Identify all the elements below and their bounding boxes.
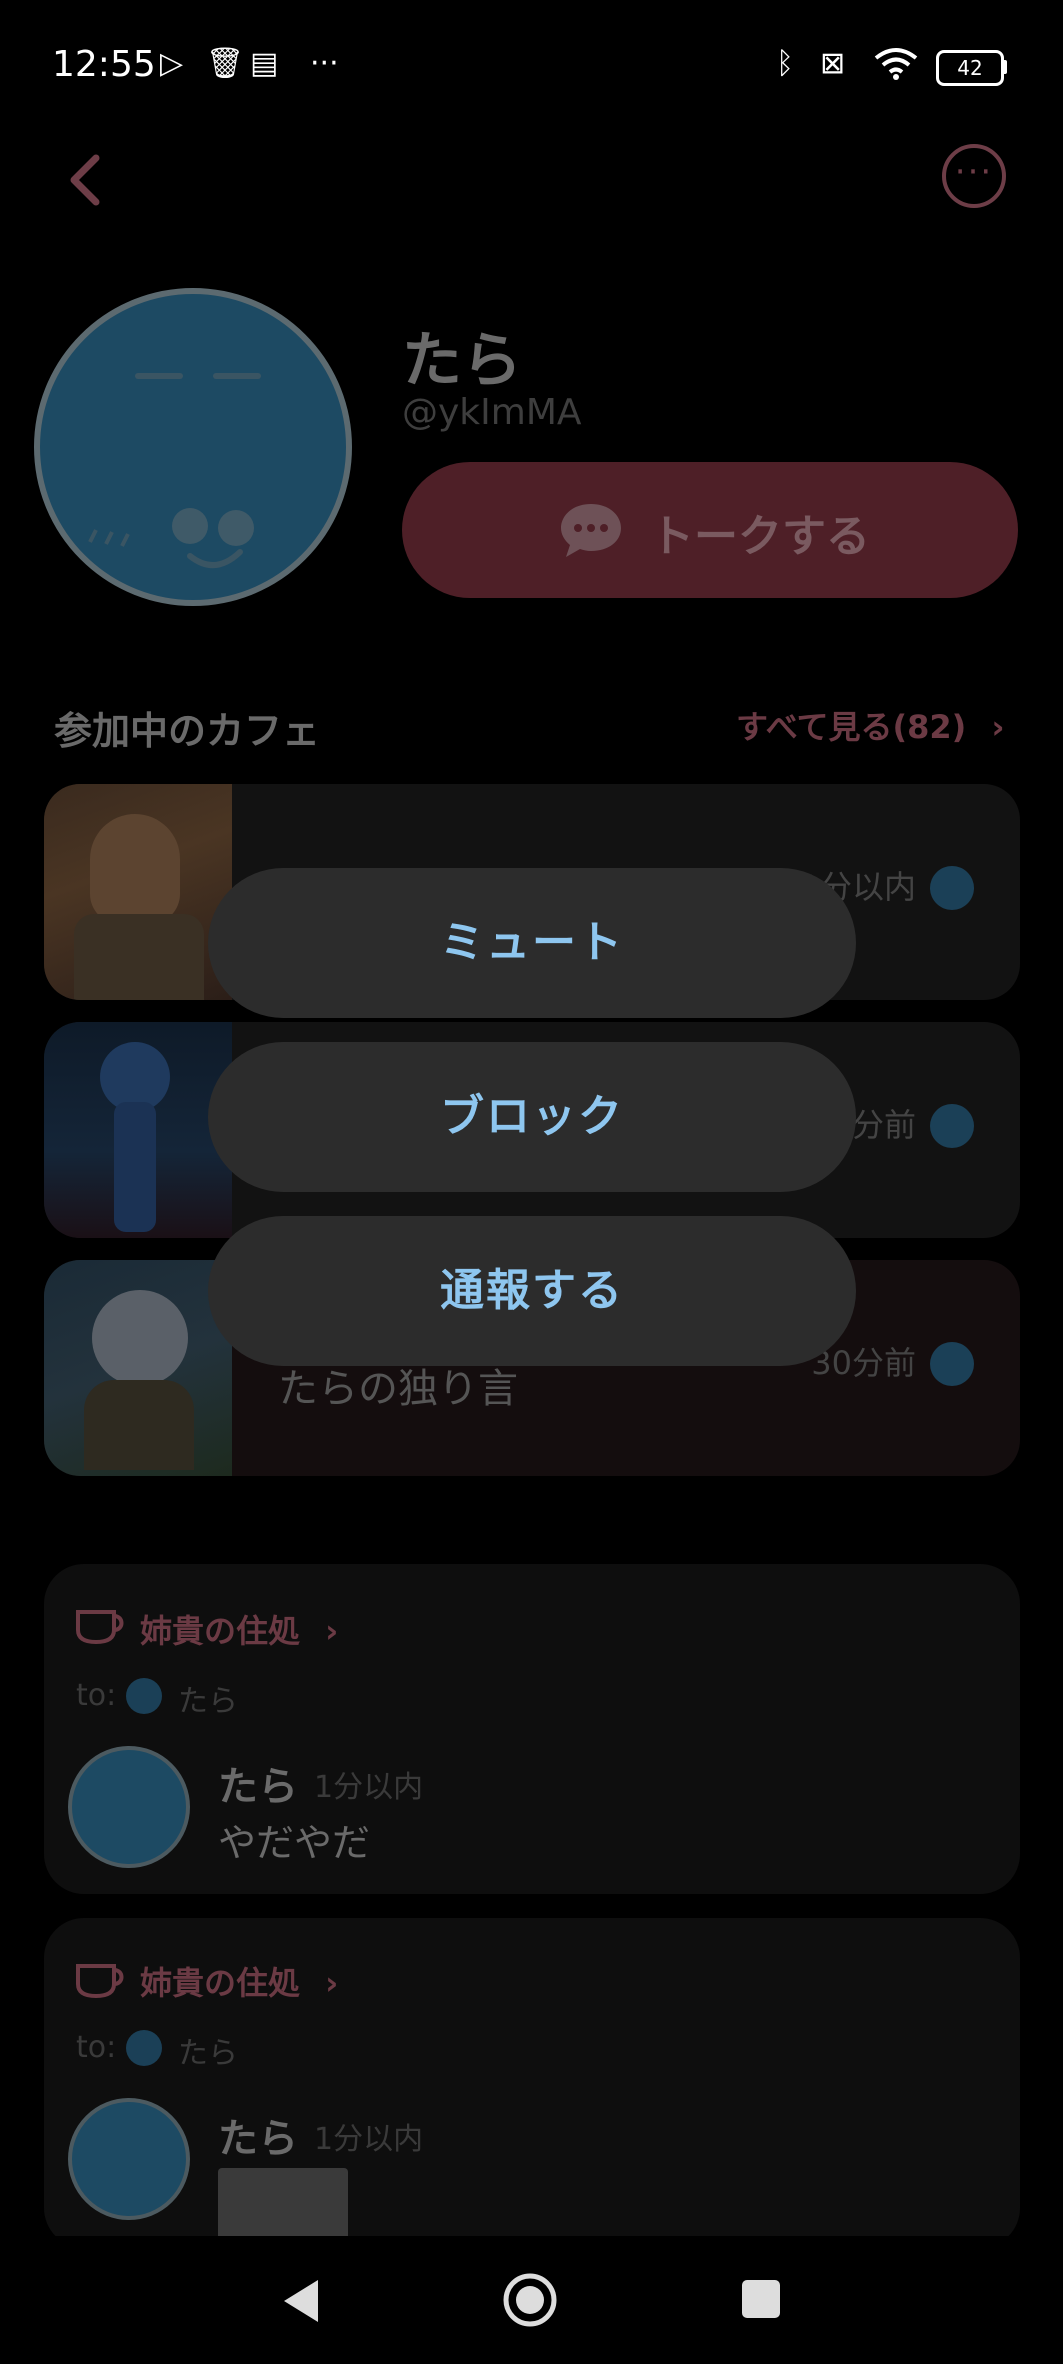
chevron-right-icon: › (325, 1612, 339, 1650)
post-cafe-link[interactable]: 姉貴の住処 › (140, 1606, 338, 1652)
post-to-label: to: (76, 1678, 117, 1713)
post-author: たら (218, 1764, 298, 1810)
bluetooth-icon: ᛒ (776, 46, 794, 81)
no-sim-icon: ⊠ (820, 46, 846, 81)
post-to-label: to: (76, 2030, 117, 2065)
cafe-owner-avatar (930, 1342, 974, 1386)
coffee-cup-icon (76, 1610, 124, 1645)
nav-back-icon[interactable] (278, 2276, 322, 2326)
profile-name: たら (402, 326, 522, 396)
post-cafe-name: 姉貴の住処 (140, 1964, 301, 2002)
trash-icon: 🗑 (206, 46, 245, 81)
see-all-label: すべて見る(82) (736, 708, 967, 746)
status-bar: 12:55 ▷ 🗑 ▤ ··· ᛒ ⊠ 42 (0, 0, 1063, 130)
more-options-button[interactable]: ··· (942, 144, 1006, 208)
post-to-name: たら (178, 1684, 238, 1719)
play-store-icon: ▷ (160, 46, 184, 81)
author-avatar[interactable] (68, 2098, 190, 2220)
cafe-thumbnail (44, 1260, 232, 1476)
author-avatar[interactable] (68, 1746, 190, 1868)
post-author: たら (218, 2116, 298, 2162)
cafe-owner-avatar (930, 866, 974, 910)
post-to-name: たら (178, 2036, 238, 2071)
cafes-section-title: 参加中のカフェ (54, 709, 321, 753)
nav-home-icon[interactable] (502, 2272, 558, 2328)
report-button[interactable]: 通報する (208, 1216, 856, 1366)
post-time: 1分以内 (314, 1770, 424, 1805)
chevron-right-icon: › (325, 1964, 339, 2002)
calendar-icon: ▤ (250, 46, 279, 81)
recipient-avatar (126, 1678, 162, 1714)
cafe-owner-avatar (930, 1104, 974, 1148)
see-all-link[interactable]: すべて見る(82) › (736, 702, 1005, 748)
post-cafe-name: 姉貴の住処 (140, 1612, 301, 1650)
post-card[interactable]: 姉貴の住処 › to: たら たら 1分以内 (44, 1918, 1020, 2248)
coffee-cup-icon (76, 1964, 124, 1999)
more-notifications-icon: ··· (310, 46, 339, 81)
post-time: 1分以内 (314, 2122, 424, 2157)
battery-icon: 42 (936, 50, 1004, 86)
talk-button-label: トークする (650, 511, 870, 562)
battery-tip (1002, 60, 1007, 74)
chevron-right-icon: › (991, 708, 1005, 746)
post-cafe-link[interactable]: 姉貴の住処 › (140, 1958, 338, 2004)
mute-button[interactable]: ミュート (208, 868, 856, 1018)
post-body: やだやだ (218, 1821, 371, 1865)
cafe-thumbnail (44, 1022, 232, 1238)
system-nav-bar (0, 2236, 1063, 2364)
recipient-avatar (126, 2030, 162, 2066)
avatar-face-icon (88, 373, 261, 568)
cafe-thumbnail (44, 784, 232, 1000)
status-time: 12:55 (52, 44, 156, 85)
nav-recents-icon[interactable] (742, 2280, 780, 2318)
post-card[interactable]: 姉貴の住処 › to: たら たら 1分以内 やだやだ (44, 1564, 1020, 1894)
profile-avatar (34, 288, 352, 606)
wifi-icon (874, 48, 918, 80)
back-button[interactable] (58, 140, 118, 220)
block-button[interactable]: ブロック (208, 1042, 856, 1192)
profile-handle: @ykImMA (402, 392, 582, 433)
chat-bubble-icon (561, 504, 621, 557)
